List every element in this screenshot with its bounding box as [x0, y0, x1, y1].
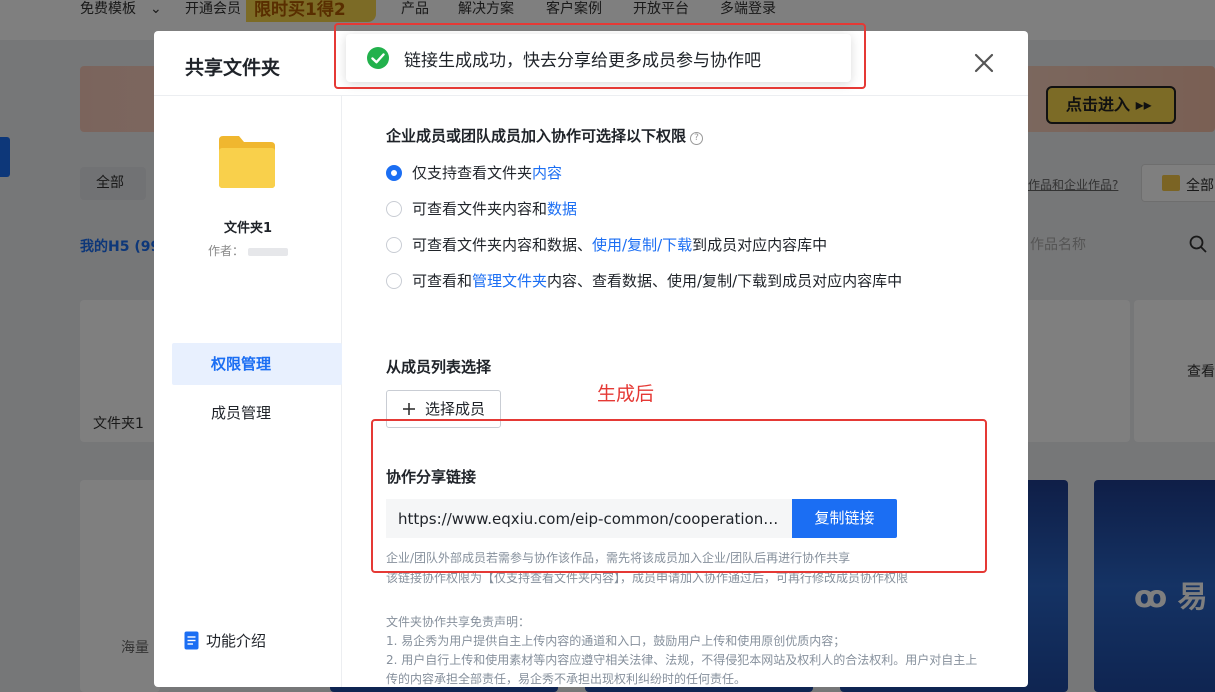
option-text: 可查看文件夹内容和	[412, 200, 548, 218]
plus-icon	[403, 403, 415, 415]
author-label: 作者：	[208, 244, 245, 258]
permission-option-manage-folder[interactable]: 可查看和管理文件夹内容、查看数据、使用/复制/下载到成员对应内容库中	[386, 270, 902, 291]
permission-option-view-data[interactable]: 可查看文件夹内容和数据	[386, 198, 577, 219]
share-folder-dialog: 共享文件夹 文件夹1 作者： 权限管理 成员管理 功能介绍 企业成员或团队成员加…	[154, 31, 1028, 687]
permissions-title-text: 企业成员或团队成员加入协作可选择以下权限	[386, 127, 687, 145]
sidebar-item-members[interactable]: 成员管理	[172, 392, 342, 434]
disclaimer: 文件夹协作共享免责声明： 1. 易企秀为用户提供自主上传内容的通道和入口，鼓励用…	[386, 613, 986, 687]
feature-intro-label: 功能介绍	[206, 632, 267, 650]
permission-option-use-copy-download[interactable]: 可查看文件夹内容和数据、使用/复制/下载到成员对应内容库中	[386, 234, 827, 255]
folder-name: 文件夹1	[223, 221, 273, 236]
option-text: 可查看和	[412, 272, 473, 290]
disclaimer-item: 2. 用户自行上传和使用素材等内容应遵守相关法律、法规，不得侵犯本网站及权利人的…	[386, 653, 978, 686]
share-note: 该链接协作权限为【仅支持查看文件夹内容】，成员申请加入协作通过后，可再行修改成员…	[386, 571, 909, 585]
author-name-redacted	[248, 247, 289, 256]
dialog-sidebar: 文件夹1 作者： 权限管理 成员管理 功能介绍	[154, 96, 342, 687]
option-text-suffix: 内容、查看数据、使用/复制/下载到成员对应内容库中	[547, 272, 903, 290]
document-icon	[184, 631, 199, 650]
option-highlight: 使用/复制/下载	[592, 236, 693, 254]
copy-link-button[interactable]: 复制链接	[792, 499, 897, 538]
feature-intro-link[interactable]: 功能介绍	[184, 630, 267, 651]
folder-icon	[219, 136, 275, 188]
share-note: 企业/团队外部成员若需参与协作该作品，需先将该成员加入企业/团队后再进行协作共享	[386, 551, 851, 565]
option-text: 仅支持查看文件夹	[412, 164, 533, 182]
radio-unchecked[interactable]	[386, 237, 402, 253]
option-highlight: 数据	[547, 200, 578, 218]
radio-unchecked[interactable]	[386, 201, 402, 217]
annotation-label: 生成后	[597, 383, 655, 405]
share-link-field[interactable]	[386, 499, 792, 538]
sidebar-item-permissions[interactable]: 权限管理	[172, 343, 342, 385]
toast-message: 链接生成成功，快去分享给更多成员参与协作吧	[404, 51, 761, 71]
dialog-title: 共享文件夹	[185, 57, 281, 79]
dialog-content: 企业成员或团队成员加入协作可选择以下权限? 仅支持查看文件夹内容 可查看文件夹内…	[342, 96, 1028, 687]
help-icon[interactable]: ?	[690, 132, 704, 145]
option-highlight: 管理文件夹	[472, 272, 548, 290]
radio-checked[interactable]	[386, 165, 402, 181]
member-select-title: 从成员列表选择	[386, 358, 492, 376]
select-members-button[interactable]: 选择成员	[386, 390, 501, 428]
check-circle-icon	[367, 47, 389, 69]
author-line: 作者：	[208, 242, 289, 259]
permissions-title: 企业成员或团队成员加入协作可选择以下权限?	[386, 125, 704, 146]
permission-option-view-content[interactable]: 仅支持查看文件夹内容	[386, 162, 562, 183]
close-icon[interactable]	[972, 51, 996, 75]
option-text-suffix: 到成员对应内容库中	[692, 236, 828, 254]
select-members-label: 选择成员	[425, 400, 486, 418]
disclaimer-title: 文件夹协作共享免责声明：	[386, 615, 531, 629]
disclaimer-item: 1. 易企秀为用户提供自主上传内容的通道和入口，鼓励用户上传和使用原创优质内容；	[386, 634, 846, 648]
option-text: 可查看文件夹内容和数据、	[412, 236, 593, 254]
success-toast: 链接生成成功，快去分享给更多成员参与协作吧	[346, 34, 851, 82]
radio-unchecked[interactable]	[386, 273, 402, 289]
option-highlight: 内容	[532, 164, 563, 182]
share-link-title: 协作分享链接	[386, 468, 477, 486]
